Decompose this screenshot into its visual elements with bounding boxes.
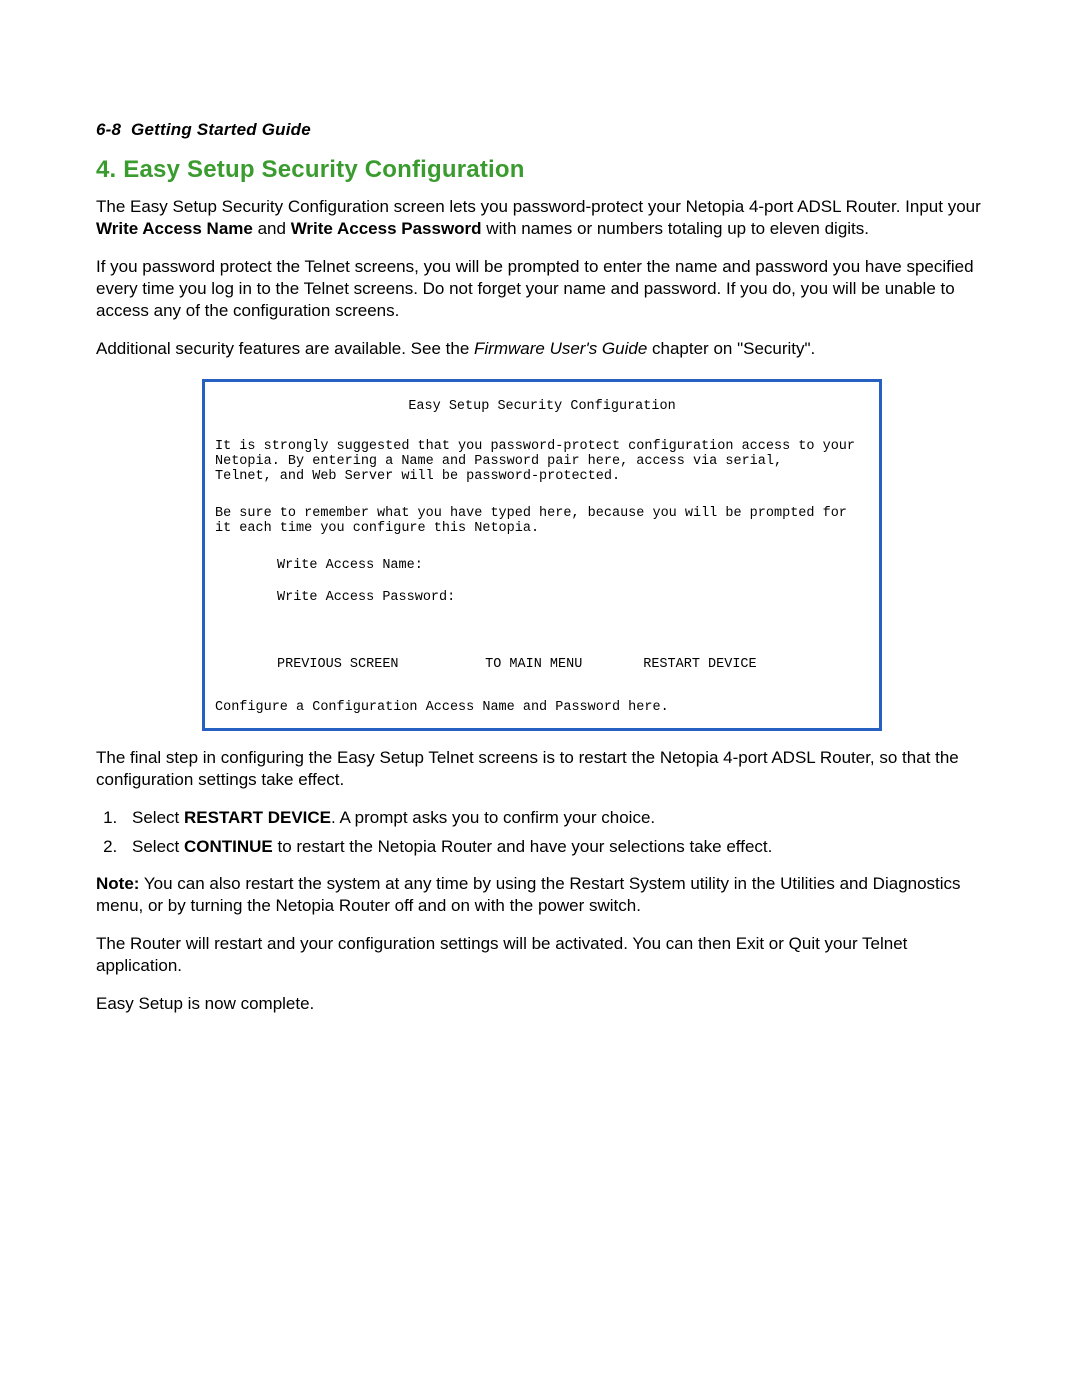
text-line: Netopia. By entering a Name and Password… — [215, 455, 869, 470]
text: Select — [132, 837, 184, 856]
text: Select — [132, 808, 184, 827]
text: chapter on "Security". — [647, 339, 815, 358]
text: to restart the Netopia Router and have y… — [273, 837, 773, 856]
list-item: Select RESTART DEVICE. A prompt asks you… — [122, 807, 988, 830]
intro-paragraph-2: If you password protect the Telnet scree… — [96, 256, 988, 322]
note-label: Note: — [96, 874, 139, 893]
list-item: Select CONTINUE to restart the Netopia R… — [122, 836, 988, 859]
section-number: 4. — [96, 156, 116, 183]
restart-device-label: RESTART DEVICE — [184, 808, 331, 827]
intro-paragraph-3: Additional security features are availab… — [96, 338, 988, 360]
main-menu-option: TO MAIN MENU — [485, 658, 635, 673]
text: with names or numbers totaling up to ele… — [482, 219, 869, 238]
section-heading: 4. Easy Setup Security Configuration — [96, 156, 988, 184]
terminal-message-2: Be sure to remember what you have typed … — [215, 507, 869, 537]
terminal-hint: Configure a Configuration Access Name an… — [215, 701, 869, 716]
steps-list: Select RESTART DEVICE. A prompt asks you… — [96, 807, 988, 859]
after-paragraph-1: The final step in configuring the Easy S… — [96, 747, 988, 791]
note-paragraph: Note: You can also restart the system at… — [96, 873, 988, 917]
write-access-name-label: Write Access Name — [96, 219, 253, 238]
write-access-name-field: Write Access Name: — [277, 559, 869, 574]
write-access-password-field: Write Access Password: — [277, 591, 869, 606]
terminal-title: Easy Setup Security Configuration — [215, 400, 869, 415]
text-line: it each time you configure this Netopia. — [215, 522, 869, 537]
text: . A prompt asks you to confirm your choi… — [331, 808, 655, 827]
text: The Easy Setup Security Configuration sc… — [96, 197, 981, 216]
section-title: Easy Setup Security Configuration — [123, 156, 524, 183]
after-paragraph-2: The Router will restart and your configu… — [96, 933, 988, 977]
restart-device-option: RESTART DEVICE — [643, 658, 756, 673]
continue-label: CONTINUE — [184, 837, 273, 856]
text: You can also restart the system at any t… — [96, 874, 961, 915]
previous-screen-option: PREVIOUS SCREEN — [277, 658, 477, 673]
terminal-fields: Write Access Name: Write Access Password… — [277, 559, 869, 607]
text-line: Telnet, and Web Server will be password-… — [215, 470, 869, 485]
text-line: It is strongly suggested that you passwo… — [215, 440, 869, 455]
text: Additional security features are availab… — [96, 339, 474, 358]
terminal-screenshot: Easy Setup Security Configuration It is … — [202, 379, 882, 731]
intro-paragraph-1: The Easy Setup Security Configuration sc… — [96, 196, 988, 240]
write-access-password-label: Write Access Password — [291, 219, 482, 238]
page-reference: 6-8 — [96, 120, 121, 139]
running-header: 6-8 Getting Started Guide — [96, 120, 988, 140]
guide-title: Getting Started Guide — [131, 120, 311, 139]
terminal-nav: PREVIOUS SCREEN TO MAIN MENU RESTART DEV… — [277, 658, 869, 673]
document-page: 6-8 Getting Started Guide 4. Easy Setup … — [0, 0, 1080, 1092]
text: and — [253, 219, 291, 238]
text-line: Be sure to remember what you have typed … — [215, 507, 869, 522]
firmware-guide-title: Firmware User's Guide — [474, 339, 647, 358]
terminal-message-1: It is strongly suggested that you passwo… — [215, 440, 869, 485]
after-paragraph-3: Easy Setup is now complete. — [96, 993, 988, 1015]
